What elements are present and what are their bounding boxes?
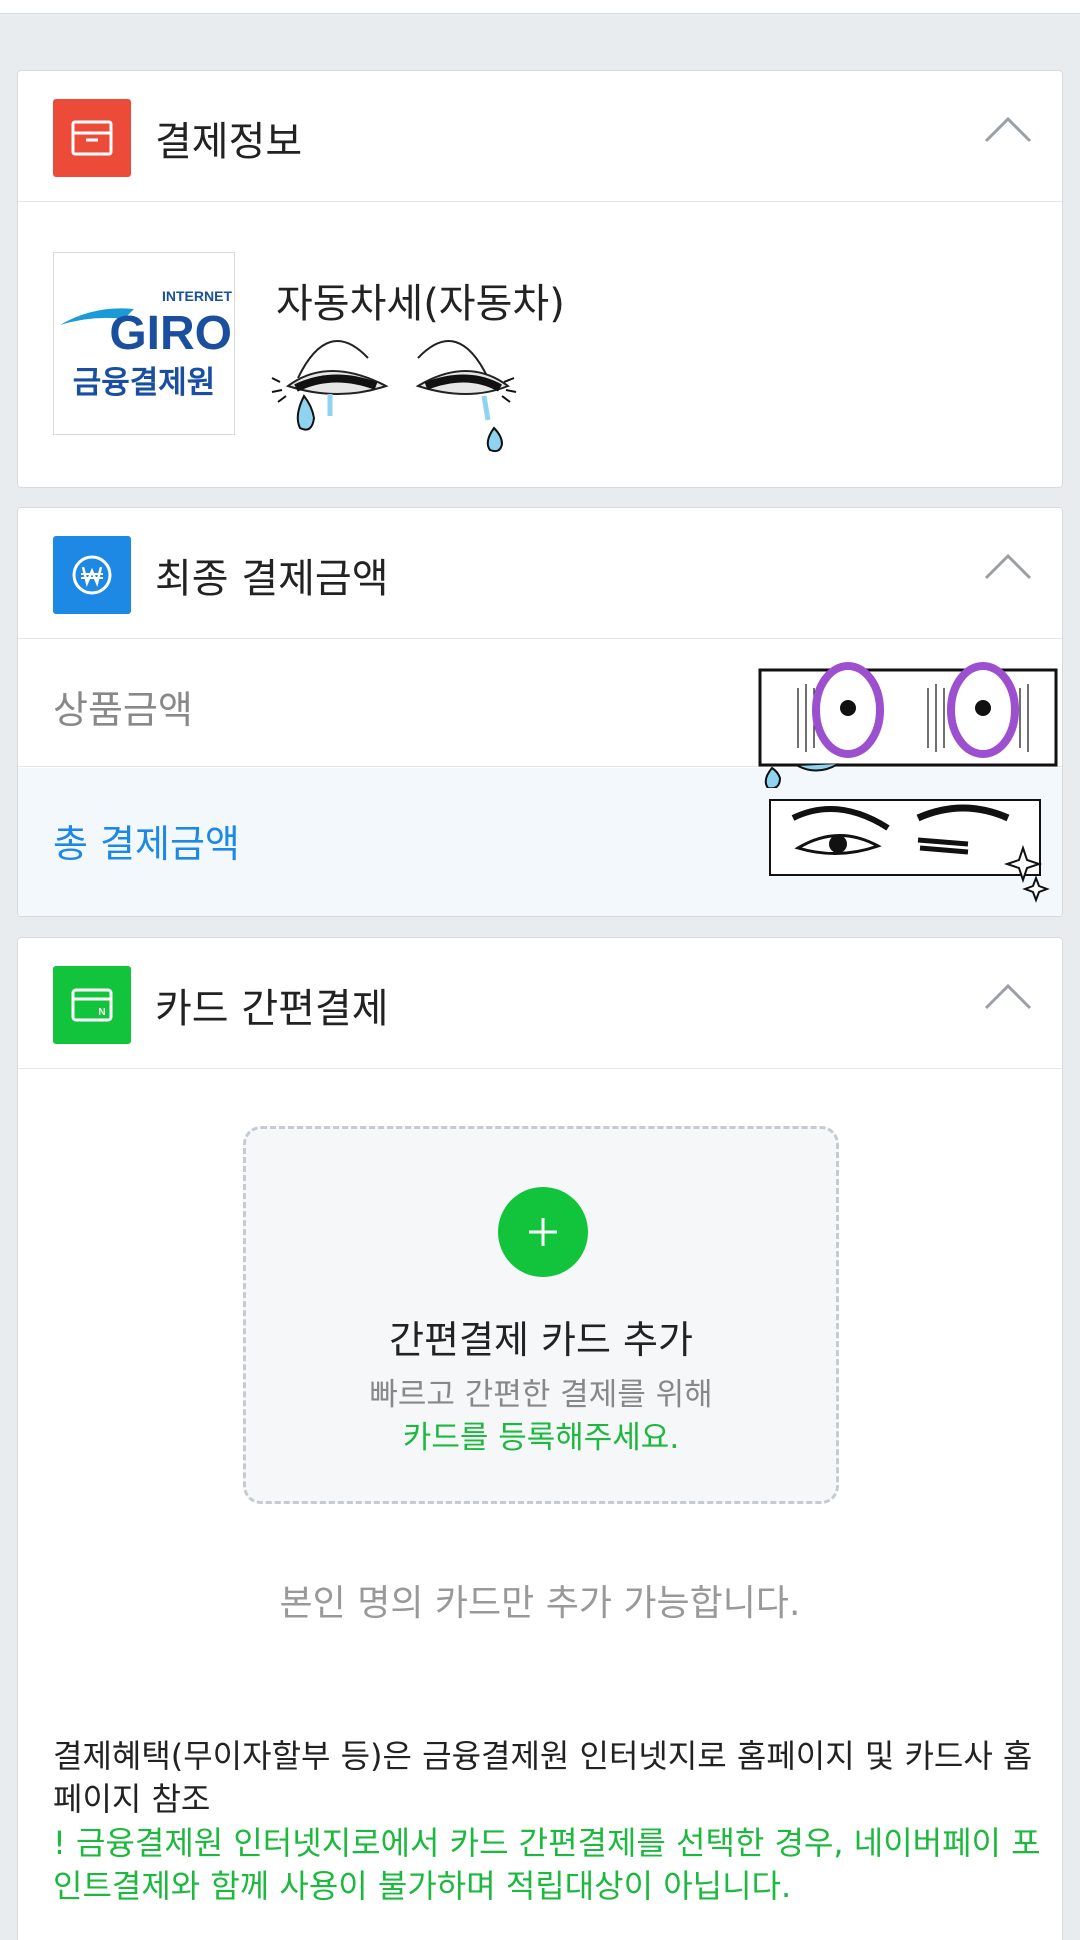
subtotal-label: 상품금액 <box>53 688 193 732</box>
won-icon <box>53 536 131 614</box>
svg-text:N: N <box>98 1007 105 1018</box>
add-card-cta-text: 카드를 등록해주세요. <box>402 1420 680 1456</box>
wink-eyes-sticker <box>769 799 1050 903</box>
svg-text:INTERNET: INTERNET <box>162 288 232 304</box>
add-card-title: 간편결제 카드 추가 <box>389 1318 693 1362</box>
warning-notice: ! 금융결제원 인터넷지로에서 카드 간편결제를 선택한 경우, 네이버페이 포… <box>53 1824 1041 1905</box>
card-simple-pay-header[interactable]: N 카드 간편결제 <box>18 938 1062 1069</box>
card-simple-pay-card: N 카드 간편결제 간편결제 카드 추가 빠르고 간편한 결제를 위해 카드를 … <box>17 937 1063 1940</box>
giro-logo: INTERNET GIRO 금융결제원 <box>53 252 235 435</box>
plus-icon <box>498 1187 588 1277</box>
final-amount-title: 최종 결제금액 <box>155 556 389 602</box>
own-card-notice: 본인 명의 카드만 추가 가능합니다. <box>279 1583 801 1624</box>
add-card-subtitle: 빠르고 간편한 결제를 위해 <box>369 1377 713 1413</box>
payment-info-card: 결제정보 INTERNET GIRO 금융결제원 자동차세(자동차) <box>17 70 1063 488</box>
final-amount-card: 최종 결제금액 상품금액 총 결제금액 <box>17 507 1063 917</box>
payment-info-header[interactable]: 결제정보 <box>18 71 1062 202</box>
card-simple-pay-title: 카드 간편결제 <box>155 986 389 1032</box>
total-label: 총 결제금액 <box>53 822 240 866</box>
final-amount-header[interactable]: 최종 결제금액 <box>18 508 1062 639</box>
svg-text:금융결제원: 금융결제원 <box>73 365 216 401</box>
crying-eyes-sticker <box>271 340 517 453</box>
payment-info-title: 결제정보 <box>155 119 303 165</box>
benefit-notice: 결제혜택(무이자할부 등)은 금융결제원 인터넷지로 홈페이지 및 카드사 홈페… <box>53 1737 1033 1818</box>
chevron-up-icon[interactable] <box>984 115 1032 145</box>
card-icon: N <box>53 966 131 1044</box>
chevron-up-icon[interactable] <box>984 982 1032 1012</box>
svg-text:GIRO: GIRO <box>109 307 232 360</box>
chevron-up-icon[interactable] <box>984 552 1032 582</box>
box-icon <box>53 99 131 177</box>
wide-eyes-sticker <box>758 662 1058 788</box>
top-divider <box>0 0 1080 14</box>
add-card-button[interactable]: 간편결제 카드 추가 빠르고 간편한 결제를 위해 카드를 등록해주세요. <box>243 1126 839 1504</box>
